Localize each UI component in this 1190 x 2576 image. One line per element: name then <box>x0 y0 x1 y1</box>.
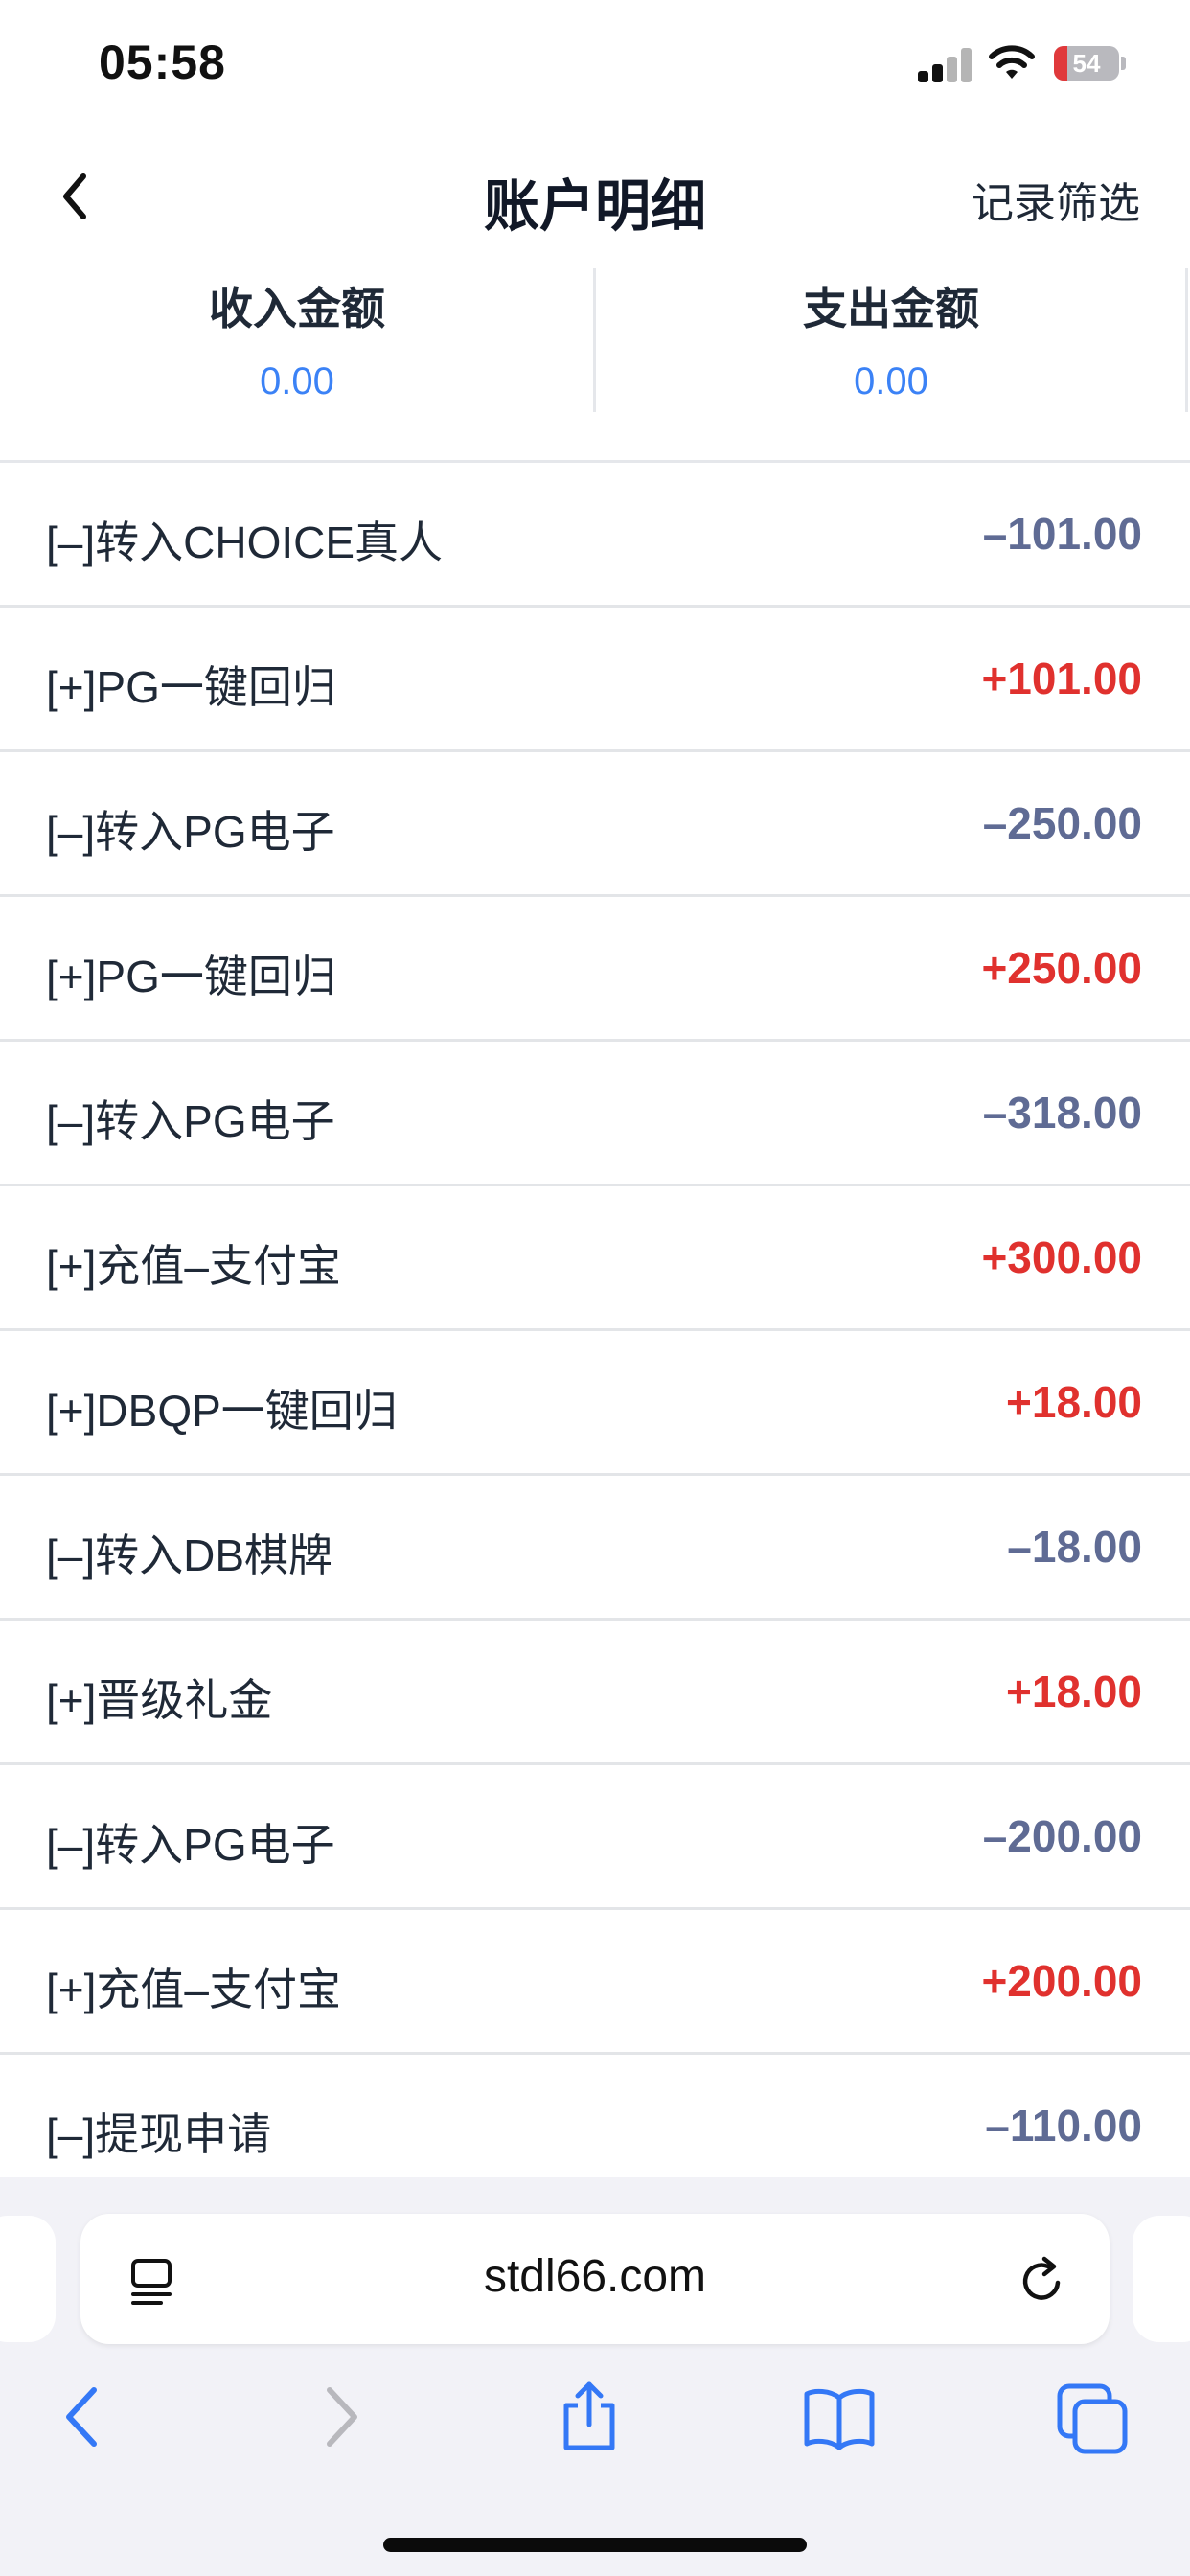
transaction-label: [+]充值–支付宝 <box>46 1241 342 1291</box>
transaction-label: [–]转入PG电子 <box>46 1820 335 1870</box>
address-bar[interactable]: stdl66.com <box>80 2214 1110 2344</box>
tabs-icon[interactable] <box>1052 2377 1133 2457</box>
transaction-row[interactable]: [–]转入CHOICE真人 –101.00 <box>0 463 1190 608</box>
home-indicator <box>383 2538 807 2552</box>
battery-icon: 54 <box>1054 46 1127 80</box>
transaction-row[interactable]: [–]转入PG电子 –200.00 <box>0 1765 1190 1910</box>
browser-chrome: stdl66.com <box>0 2177 1190 2576</box>
battery-level: 54 <box>1072 49 1101 78</box>
transaction-amount: +18.00 <box>1006 1667 1142 1716</box>
transaction-label: [+]晋级礼金 <box>46 1675 273 1725</box>
transaction-amount: +200.00 <box>981 1956 1142 2006</box>
transaction-row[interactable]: [–]转入DB棋牌 –18.00 <box>0 1476 1190 1621</box>
transaction-row[interactable]: [–]转入PG电子 –318.00 <box>0 1042 1190 1186</box>
expense-value: 0.00 <box>854 360 928 402</box>
transaction-list: [–]转入CHOICE真人 –101.00 [+]PG一键回归 +101.00 … <box>0 463 1190 2199</box>
transaction-amount: –110.00 <box>985 2101 1142 2150</box>
transaction-amount: –101.00 <box>982 509 1142 559</box>
wifi-icon <box>989 45 1035 79</box>
transaction-row[interactable]: [–]转入PG电子 –250.00 <box>0 752 1190 897</box>
transaction-label: [–]提现申请 <box>46 2109 272 2159</box>
income-summary: 收入金额 0.00 <box>0 268 594 463</box>
cellular-signal-icon <box>918 48 972 82</box>
transaction-amount: –250.00 <box>982 798 1142 848</box>
summary-divider <box>1185 268 1188 412</box>
transaction-amount: –18.00 <box>1007 1522 1142 1572</box>
status-time: 05:58 <box>99 35 226 89</box>
transaction-label: [+]充值–支付宝 <box>46 1965 342 2014</box>
status-bar: 05:58 54 <box>0 0 1190 125</box>
income-value: 0.00 <box>260 360 334 402</box>
income-label: 收入金额 <box>209 284 385 334</box>
forward-arrow-icon[interactable] <box>299 2377 379 2457</box>
transaction-row[interactable]: [+]充值–支付宝 +300.00 <box>0 1186 1190 1331</box>
expense-summary: 支出金额 0.00 <box>594 268 1188 463</box>
transaction-amount: –200.00 <box>982 1811 1142 1861</box>
transaction-amount: +250.00 <box>981 943 1142 993</box>
transaction-amount: +300.00 <box>981 1232 1142 1282</box>
record-filter-button[interactable]: 记录筛选 <box>972 169 1140 230</box>
transaction-row[interactable]: [+]晋级礼金 +18.00 <box>0 1621 1190 1765</box>
url-text[interactable]: stdl66.com <box>80 2250 1110 2303</box>
transaction-label: [–]转入CHOICE真人 <box>46 518 444 567</box>
share-icon[interactable] <box>549 2377 629 2457</box>
transaction-label: [+]DBQP一键回归 <box>46 1386 398 1436</box>
transaction-amount: +18.00 <box>1006 1377 1142 1427</box>
expense-label: 支出金额 <box>803 284 979 334</box>
transaction-amount: –318.00 <box>982 1088 1142 1138</box>
transaction-row[interactable]: [+]DBQP一键回归 +18.00 <box>0 1331 1190 1476</box>
nav-bar: 账户明细 记录筛选 <box>0 125 1190 268</box>
bookmarks-icon[interactable] <box>799 2377 880 2457</box>
transaction-label: [–]转入PG电子 <box>46 1096 335 1146</box>
transaction-label: [–]转入DB棋牌 <box>46 1530 333 1580</box>
next-tab-preview[interactable] <box>1133 2216 1190 2342</box>
transaction-row[interactable]: [+]PG一键回归 +101.00 <box>0 608 1190 752</box>
transaction-row[interactable]: [+]充值–支付宝 +200.00 <box>0 1910 1190 2055</box>
back-arrow-icon[interactable] <box>44 2377 125 2457</box>
reload-icon[interactable] <box>1016 2254 1069 2308</box>
transaction-label: [+]PG一键回归 <box>46 952 336 1001</box>
transaction-row[interactable]: [+]PG一键回归 +250.00 <box>0 897 1190 1042</box>
transaction-label: [–]转入PG电子 <box>46 807 335 857</box>
transaction-label: [+]PG一键回归 <box>46 662 336 712</box>
summary-panel: 收入金额 0.00 支出金额 0.00 <box>0 268 1190 463</box>
transaction-amount: +101.00 <box>981 654 1142 703</box>
previous-tab-preview[interactable] <box>0 2216 56 2342</box>
